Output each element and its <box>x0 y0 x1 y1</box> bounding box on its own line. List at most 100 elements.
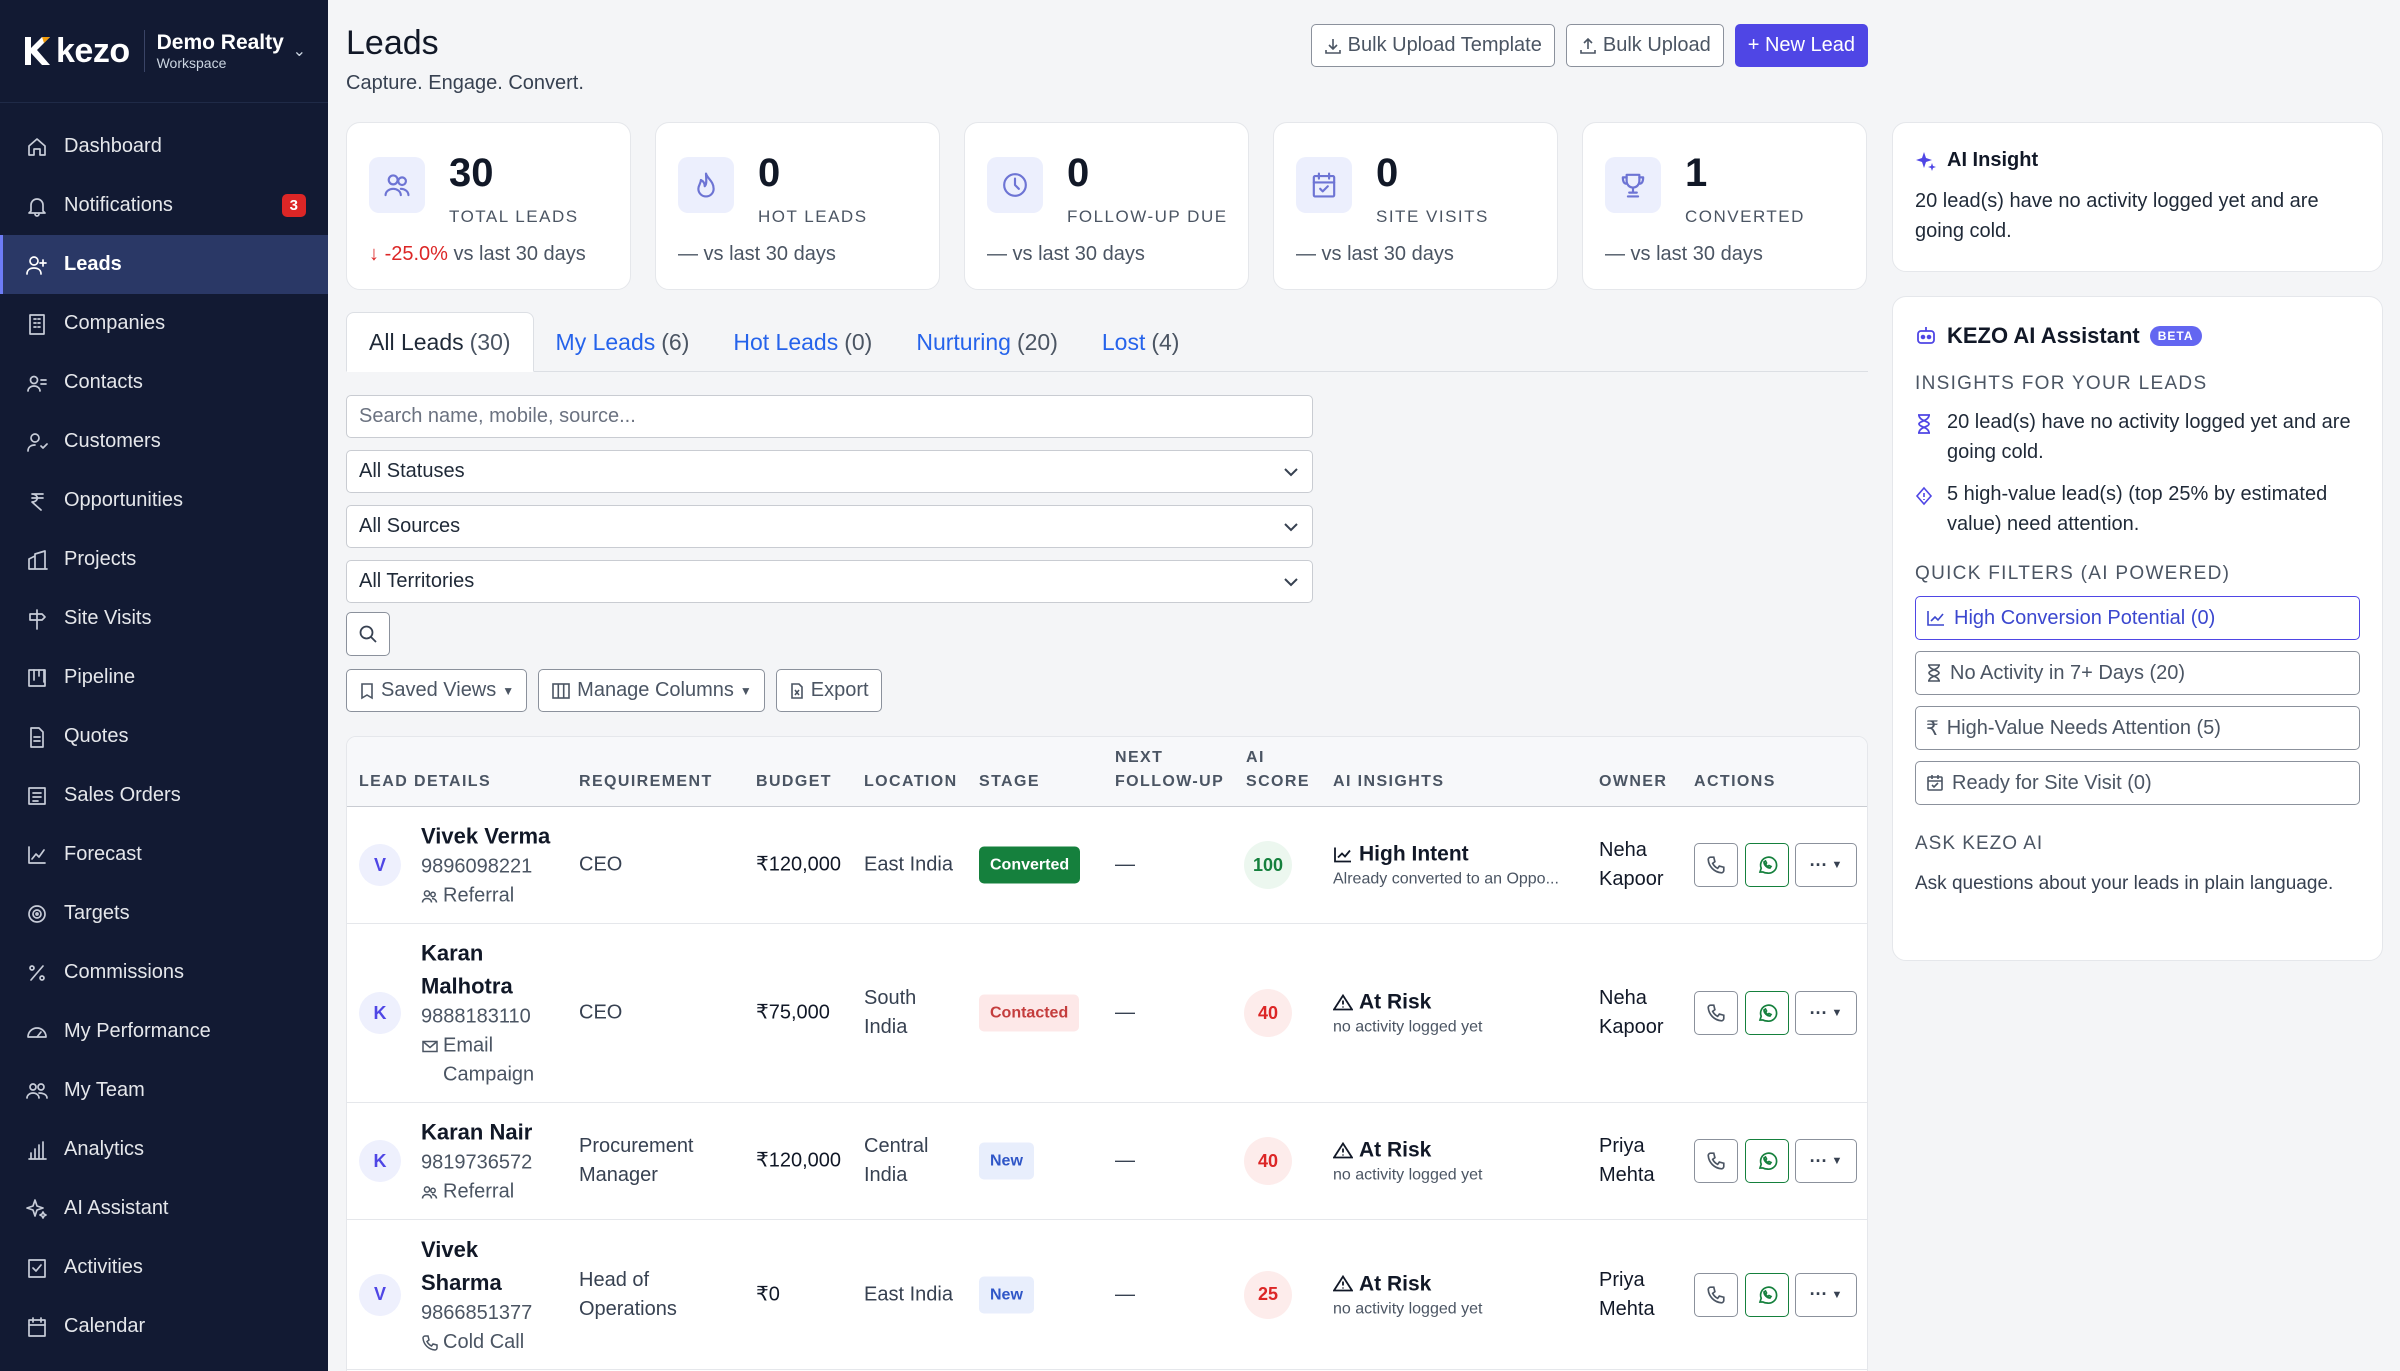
phone-icon <box>422 1334 438 1351</box>
search-button[interactable] <box>346 612 390 656</box>
sidebar-item-leads[interactable]: Leads <box>0 235 328 294</box>
col-owner[interactable]: OWNER <box>1599 770 1667 794</box>
table-row[interactable]: K Karan Malhotra 9888183110 Email Campaign C… <box>347 924 1867 1103</box>
insight-text: 5 high-value lead(s) (top 25% by estimat… <box>1947 483 2328 535</box>
workspace-switcher[interactable]: kezo Demo Realty Workspace ⌄ <box>0 0 328 103</box>
lead-details[interactable]: Karan Malhotra 9888183110 Email Campaign <box>421 937 561 1090</box>
sidebar-item-analytics[interactable]: Analytics <box>0 1120 328 1179</box>
call-button[interactable] <box>1694 991 1738 1035</box>
sidebar-item-pipeline[interactable]: Pipeline <box>0 648 328 707</box>
col-budget[interactable]: BUDGET <box>756 770 832 794</box>
col-ai-insights[interactable]: AI INSIGHTS <box>1333 770 1444 794</box>
col-lead-details[interactable]: LEAD DETAILS <box>359 770 491 794</box>
caret-down-icon: ▼ <box>502 683 515 698</box>
tab-label: My Leads <box>555 328 656 355</box>
tab-lost[interactable]: Lost (4) <box>1080 312 1202 372</box>
sidebar-item-dashboard[interactable]: Dashboard <box>0 117 328 176</box>
table-row[interactable]: V Vivek Sharma 9866851377 Cold Call Head of … <box>347 1220 1867 1370</box>
sidebar-item-opportunities[interactable]: Opportunities <box>0 471 328 530</box>
quick-filter-no-activity[interactable]: No Activity in 7+ Days (20) <box>1915 651 2360 695</box>
lead-name[interactable]: Vivek Sharma <box>421 1233 561 1299</box>
lead-name[interactable]: Karan Nair <box>421 1116 561 1149</box>
lead-budget: ₹75,000 <box>756 1001 830 1024</box>
percent-icon <box>26 962 48 984</box>
lead-name[interactable]: Karan Malhotra <box>421 937 561 1003</box>
quick-filter-site-visit[interactable]: Ready for Site Visit (0) <box>1915 761 2360 805</box>
sidebar-item-notifications[interactable]: Notifications 3 <box>0 176 328 235</box>
more-actions-button[interactable]: ··· ▼ <box>1795 843 1857 887</box>
col-stage[interactable]: STAGE <box>979 770 1040 794</box>
sidebar-item-site-visits[interactable]: Site Visits <box>0 589 328 648</box>
sidebar-item-quotes[interactable]: Quotes <box>0 707 328 766</box>
quick-filter-high-conversion[interactable]: High Conversion Potential (0) <box>1915 596 2360 640</box>
call-button[interactable] <box>1694 1139 1738 1183</box>
call-button[interactable] <box>1694 1272 1738 1317</box>
territory-select[interactable]: All Territories <box>346 560 1313 603</box>
sidebar-item-ai-assistant[interactable]: AI Assistant <box>0 1179 328 1238</box>
quick-filter-label: High-Value Needs Attention (5) <box>1946 716 2221 739</box>
sidebar-item-projects[interactable]: Projects <box>0 530 328 589</box>
kpi-delta-value: — <box>987 243 1007 265</box>
sidebar-item-calendar[interactable]: Calendar <box>0 1297 328 1356</box>
col-next-line2: FOLLOW-UP <box>1115 773 1225 790</box>
bulk-upload-button[interactable]: Bulk Upload <box>1565 24 1724 67</box>
sidebar-item-my-performance[interactable]: My Performance <box>0 1002 328 1061</box>
tab-my-leads[interactable]: My Leads (6) <box>534 312 712 372</box>
tab-all-leads[interactable]: All Leads (30) <box>346 312 534 372</box>
sidebar-item-contacts[interactable]: Contacts <box>0 353 328 412</box>
lead-source: Cold Call <box>421 1328 561 1357</box>
whatsapp-button[interactable] <box>1745 1139 1789 1183</box>
new-lead-button[interactable]: + New Lead <box>1734 24 1868 67</box>
kpi-card-follow-up-due[interactable]: 0 FOLLOW-UP DUE — vs last 30 days <box>964 122 1249 290</box>
sidebar-item-my-team[interactable]: My Team <box>0 1061 328 1120</box>
export-button[interactable]: Export <box>775 669 882 712</box>
tab-nurturing[interactable]: Nurturing (20) <box>894 312 1080 372</box>
more-actions-button[interactable]: ··· ▼ <box>1795 1272 1857 1317</box>
sidebar-item-customers[interactable]: Customers <box>0 412 328 471</box>
brand-divider <box>143 30 145 72</box>
sidebar-item-activities[interactable]: Activities <box>0 1238 328 1297</box>
kanban-icon <box>26 667 48 689</box>
col-location[interactable]: LOCATION <box>864 770 958 794</box>
sidebar-item-approvals[interactable]: Approvals <box>0 1356 328 1371</box>
whatsapp-button[interactable] <box>1745 1272 1789 1317</box>
lead-next-followup: — <box>1115 1283 1135 1305</box>
sidebar-item-companies[interactable]: Companies <box>0 294 328 353</box>
table-row[interactable]: V Vivek Verma 9896098221 Referral CEO ₹120,00… <box>347 807 1867 924</box>
sidebar-item-label: Quotes <box>64 725 129 747</box>
lead-name[interactable]: Vivek Verma <box>421 820 561 853</box>
whatsapp-button[interactable] <box>1745 843 1789 887</box>
lead-details[interactable]: Karan Nair 9819736572 Referral <box>421 1116 561 1207</box>
kpi-card-converted[interactable]: 1 CONVERTED — vs last 30 days <box>1582 122 1867 290</box>
search-input[interactable]: Search name, mobile, source... <box>346 395 1313 438</box>
col-next-followup[interactable]: NEXT FOLLOW-UP <box>1115 746 1224 794</box>
more-actions-button[interactable]: ··· ▼ <box>1795 1139 1857 1183</box>
lead-source: Referral <box>421 1178 561 1207</box>
kpi-card-site-visits[interactable]: 0 SITE VISITS — vs last 30 days <box>1273 122 1558 290</box>
quick-filter-high-value[interactable]: ₹ High-Value Needs Attention (5) <box>1915 706 2360 750</box>
sidebar-item-targets[interactable]: Targets <box>0 884 328 943</box>
col-ai-score[interactable]: AI SCORE <box>1246 746 1310 794</box>
status-select[interactable]: All Statuses <box>346 450 1313 493</box>
table-row[interactable]: K Karan Nair 9819736572 Referral Procurement… <box>347 1103 1867 1220</box>
manage-columns-button[interactable]: Manage Columns ▼ <box>538 669 765 712</box>
more-actions-button[interactable]: ··· ▼ <box>1795 991 1857 1035</box>
col-requirement[interactable]: REQUIREMENT <box>579 770 713 794</box>
ask-heading: ASK KEZO AI <box>1915 833 2044 854</box>
sidebar-item-forecast[interactable]: Forecast <box>0 825 328 884</box>
saved-views-button[interactable]: Saved Views ▼ <box>346 669 528 712</box>
kpi-card-total-leads[interactable]: 30 TOTAL LEADS ↓ -25.0% vs last 30 days <box>346 122 631 290</box>
call-button[interactable] <box>1694 843 1738 887</box>
sidebar-item-label: Contacts <box>64 371 143 393</box>
lead-next-followup: — <box>1115 1149 1135 1172</box>
sidebar-item-commissions[interactable]: Commissions <box>0 943 328 1002</box>
sidebar-item-sales-orders[interactable]: Sales Orders <box>0 766 328 825</box>
kpi-card-hot-leads[interactable]: 0 HOT LEADS — vs last 30 days <box>655 122 940 290</box>
source-select[interactable]: All Sources <box>346 505 1313 548</box>
tab-hot-leads[interactable]: Hot Leads (0) <box>711 312 894 372</box>
whatsapp-button[interactable] <box>1745 991 1789 1035</box>
tab-count: (4) <box>1151 328 1180 355</box>
lead-details[interactable]: Vivek Verma 9896098221 Referral <box>421 820 561 911</box>
bulk-upload-template-button[interactable]: Bulk Upload Template <box>1310 24 1555 67</box>
lead-details[interactable]: Vivek Sharma 9866851377 Cold Call <box>421 1233 561 1357</box>
